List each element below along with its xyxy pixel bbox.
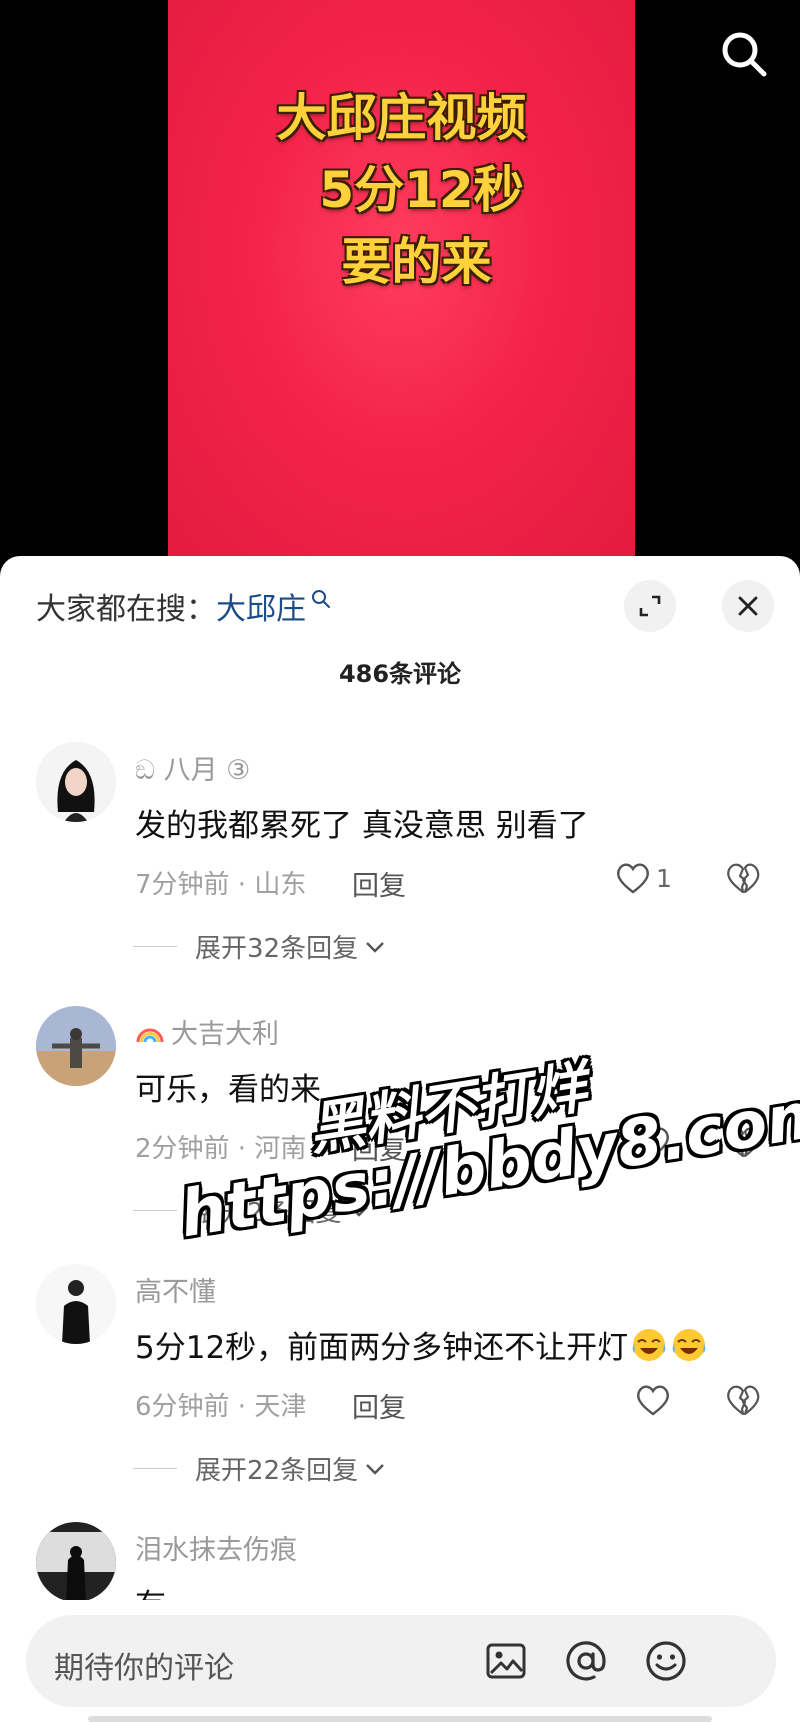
comments-sheet: 大家都在搜： 大邱庄 486条评论 ඞ 八月 ③ 发的我都累死了 真没意思 别看… [0, 556, 800, 1723]
trending-keyword[interactable]: 大邱庄 [216, 584, 306, 628]
divider [133, 1210, 177, 1211]
expand-icon [639, 595, 661, 617]
comment-text: 5分12秒，前面两分多钟还不让开灯 [135, 1322, 708, 1367]
comment-meta: 6分钟前 · 天津 [135, 1392, 307, 1422]
caption-line-1: 大邱庄视频 [276, 89, 527, 147]
reply-button[interactable]: 回复 [352, 1386, 406, 1425]
close-icon [738, 596, 758, 616]
home-indicator [88, 1716, 712, 1722]
heart-icon [617, 863, 649, 894]
expand-replies[interactable]: 展开2条回复 [133, 1192, 372, 1229]
comment-text: 发的我都累死了 真没意思 别看了 [135, 808, 589, 844]
expand-replies[interactable]: 展开32条回复 [133, 928, 388, 965]
avatar[interactable] [36, 1522, 116, 1600]
comment-text: 有 [135, 1580, 166, 1600]
comment-input-placeholder: 期待你的评论 [54, 1651, 234, 1686]
comment-meta: 2分钟前 · 河南 [135, 1134, 307, 1164]
dislike-button[interactable] [724, 860, 762, 900]
username[interactable]: ඞ 八月 ③ [135, 748, 250, 787]
dislike-button[interactable] [724, 1124, 762, 1164]
divider [133, 1468, 177, 1469]
rainbow-icon [136, 1028, 164, 1042]
divider [133, 946, 177, 947]
username[interactable]: 高不懂 [135, 1270, 216, 1309]
chevron-down-icon [366, 941, 384, 953]
comment-item: 泪水抹去伤痕 有 [0, 1522, 800, 1600]
dislike-button[interactable] [724, 1382, 762, 1422]
video-frame: 大邱庄视频 5分12秒 要的来 [168, 0, 635, 560]
like-button[interactable] [634, 1382, 672, 1418]
like-button[interactable]: 1 [614, 860, 672, 896]
comment-count: 486条评论 [338, 660, 462, 688]
broken-heart-icon [727, 863, 760, 894]
expand-replies[interactable]: 展开22条回复 [133, 1450, 388, 1487]
expand-replies-label: 展开2条回复 [195, 1198, 342, 1228]
search-icon [722, 32, 767, 77]
username[interactable]: 大吉大利 [135, 1012, 279, 1051]
like-count: 1 [656, 863, 672, 893]
avatar[interactable] [36, 742, 116, 822]
close-button[interactable] [722, 580, 774, 632]
reply-button[interactable]: 回复 [352, 1128, 406, 1167]
heart-icon [637, 1385, 669, 1416]
avatar[interactable] [36, 1264, 116, 1344]
broken-heart-icon [727, 1127, 760, 1158]
mention-button[interactable] [562, 1637, 610, 1685]
laughing-crying-emoji-icon [632, 1328, 666, 1361]
chevron-down-icon [366, 1463, 384, 1475]
emoji-button[interactable] [642, 1637, 690, 1685]
expand-replies-label: 展开22条回复 [195, 1456, 359, 1486]
trending-search[interactable]: 大家都在搜： 大邱庄 [36, 584, 332, 628]
username-text: 大吉大利 [171, 1019, 279, 1050]
expand-replies-label: 展开32条回复 [195, 934, 359, 964]
image-button[interactable] [482, 1637, 530, 1685]
emoji-icon [646, 1641, 686, 1681]
caption-line-2: 5分12秒 [319, 161, 524, 219]
caption-line-3: 要的来 [341, 233, 492, 291]
heart-icon [637, 1127, 669, 1158]
trending-prefix: 大家都在搜： [36, 592, 216, 627]
comment-input[interactable]: 期待你的评论 [26, 1615, 776, 1707]
at-icon [566, 1641, 606, 1681]
comment-text: 可乐，看的来 [135, 1072, 321, 1108]
chevron-down-icon [349, 1205, 368, 1217]
username[interactable]: 泪水抹去伤痕 [135, 1528, 297, 1567]
video-caption: 大邱庄视频 5分12秒 要的来 [168, 82, 635, 298]
comment-text-content: 5分12秒，前面两分多钟还不让开灯 [135, 1330, 629, 1366]
expand-button[interactable] [624, 580, 676, 632]
reply-button[interactable]: 回复 [352, 864, 406, 903]
broken-heart-icon [727, 1385, 760, 1416]
like-button[interactable] [634, 1124, 672, 1160]
video-player[interactable]: 大邱庄视频 5分12秒 要的来 [0, 0, 800, 560]
search-icon [312, 590, 330, 608]
image-icon [486, 1643, 526, 1679]
search-button[interactable] [716, 26, 772, 82]
comment-meta: 7分钟前 · 山东 [135, 870, 307, 900]
laughing-crying-emoji-icon [672, 1328, 706, 1361]
avatar[interactable] [36, 1006, 116, 1086]
